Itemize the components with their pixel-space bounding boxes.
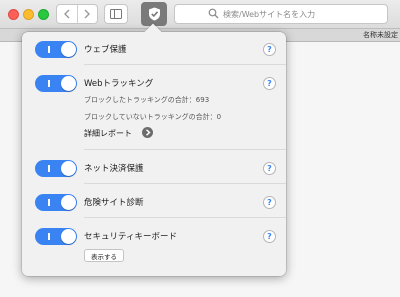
close-window-button[interactable] [8, 9, 19, 20]
dangerous-site-check-label: 危険サイト診断 [84, 198, 144, 208]
divider [84, 183, 286, 184]
divider [84, 217, 286, 218]
net-payment-protection-toggle[interactable] [35, 160, 77, 177]
web-tracking-label: Webトラッキング [84, 79, 154, 89]
unblocked-trackers-count: ブロックしていないトラッキングの合計：0 [84, 113, 222, 121]
sidebar-icon [110, 9, 122, 19]
tab-title[interactable]: 名称未設定 [363, 30, 398, 40]
back-button[interactable] [57, 5, 78, 23]
detail-report-link[interactable]: 詳細レポート [84, 128, 132, 139]
divider [84, 64, 286, 65]
help-icon[interactable]: ? [263, 230, 276, 243]
help-icon[interactable]: ? [263, 77, 276, 90]
web-protection-toggle[interactable] [35, 41, 77, 58]
blocked-trackers-count: ブロックしたトラッキングの合計：693 [84, 96, 210, 104]
security-keyboard-toggle[interactable] [35, 228, 77, 245]
search-icon [208, 8, 219, 19]
chevron-left-icon [63, 9, 70, 19]
minimize-window-button[interactable] [23, 9, 34, 20]
security-keyboard-label: セキュリティキーボード [84, 232, 177, 242]
shield-icon [148, 7, 160, 21]
dangerous-site-check-toggle[interactable] [35, 194, 77, 211]
zoom-window-button[interactable] [38, 9, 49, 20]
chevron-right-circle-icon[interactable] [142, 127, 153, 138]
address-search-input[interactable] [223, 7, 378, 21]
forward-button[interactable] [78, 5, 98, 23]
net-payment-protection-label: ネット決済保護 [84, 164, 144, 174]
sidebar-button[interactable] [104, 4, 128, 24]
web-protection-label: ウェブ保護 [84, 45, 127, 55]
help-icon[interactable]: ? [263, 196, 276, 209]
help-icon[interactable]: ? [263, 162, 276, 175]
web-tracking-toggle[interactable] [35, 75, 77, 92]
chevron-right-icon [84, 9, 91, 19]
divider [84, 149, 286, 150]
browser-toolbar [0, 0, 400, 29]
security-extension-button[interactable] [141, 2, 167, 26]
security-popover: ウェブ保護 ? Webトラッキング ? ブロックしたトラッキングの合計：693 … [22, 23, 286, 276]
address-search-bar[interactable] [174, 4, 388, 24]
navigation-buttons [56, 4, 98, 24]
show-keyboard-button[interactable]: 表示する [84, 249, 124, 262]
help-icon[interactable]: ? [263, 43, 276, 56]
